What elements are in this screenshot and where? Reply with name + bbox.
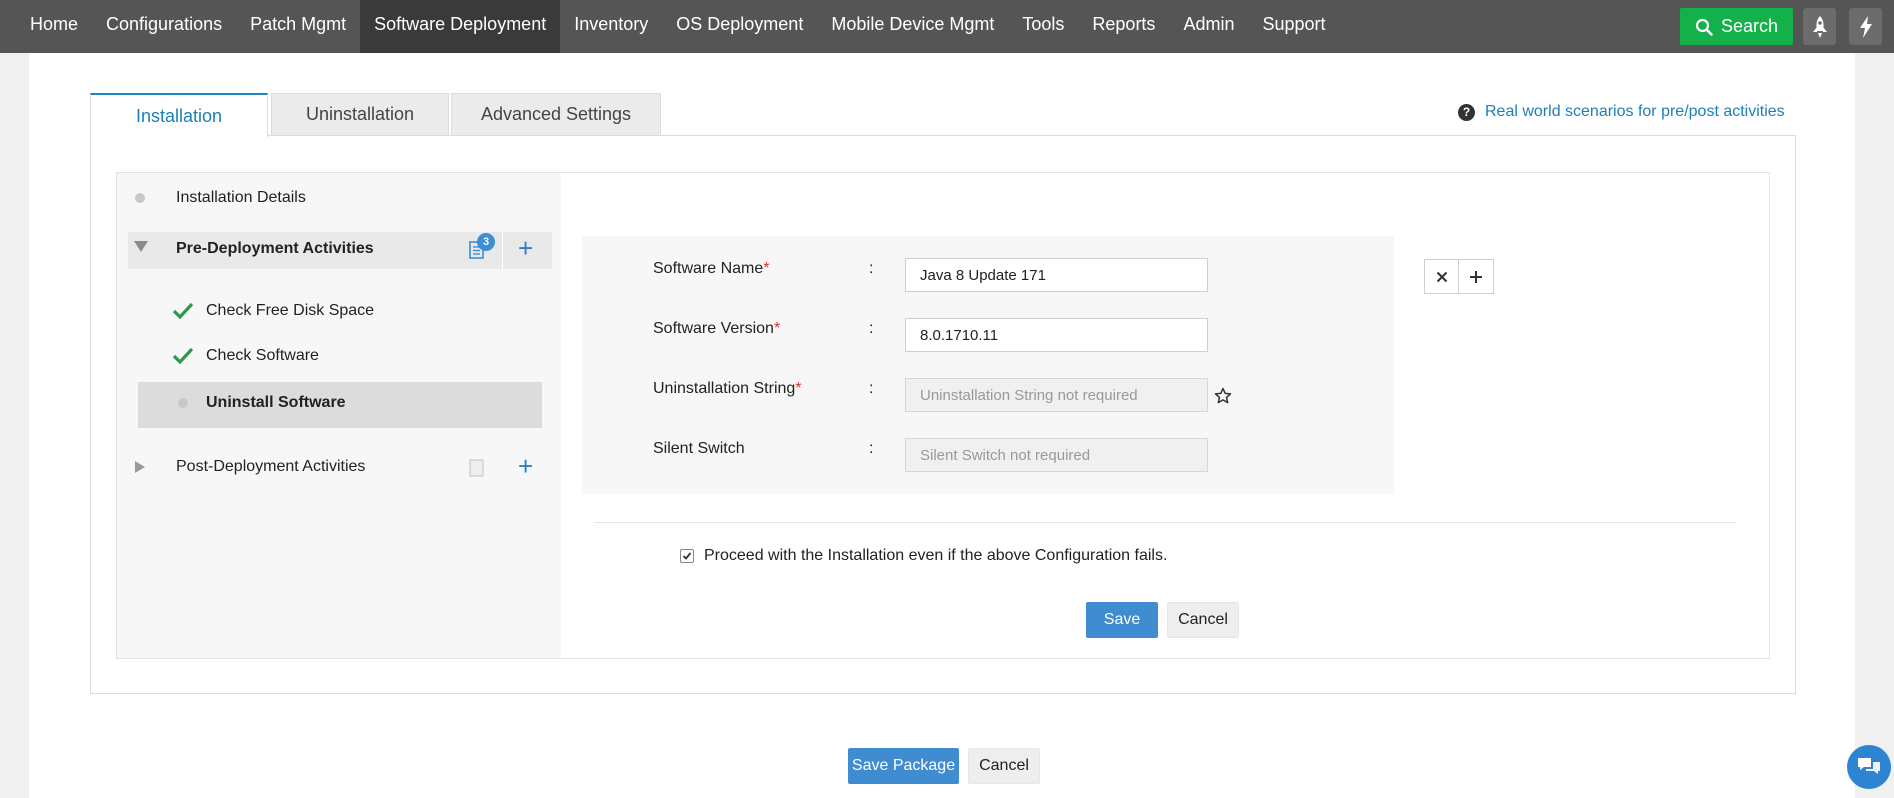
bullet-icon [178, 398, 188, 408]
lightning-icon [1859, 15, 1872, 38]
close-icon [1436, 271, 1447, 282]
nav-software-deployment[interactable]: Software Deployment [360, 0, 561, 53]
form-divider [594, 522, 1736, 523]
checkmark-icon [172, 347, 194, 365]
save-package-button[interactable]: Save Package [848, 748, 959, 784]
tree-item-check-software[interactable]: Check Software [172, 347, 319, 365]
chat-bubbles-icon [1858, 758, 1880, 774]
software-version-label: Software Version* [653, 320, 780, 338]
plus-icon: + [518, 233, 534, 263]
nav-tools[interactable]: Tools [1008, 0, 1078, 48]
required-mark: * [795, 380, 802, 397]
divider [502, 232, 503, 269]
real-world-scenarios-label: Real world scenarios for pre/post activi… [1485, 103, 1785, 120]
search-button[interactable]: Search [1680, 8, 1793, 45]
nav-mobile-device-mgmt[interactable]: Mobile Device Mgmt [817, 0, 1008, 48]
uninstallation-string-label: Uninstallation String* [653, 380, 802, 398]
pre-deployment-toggle[interactable] [134, 241, 148, 252]
uninstallation-string-input[interactable]: Uninstallation String not required [905, 378, 1208, 412]
nav-home[interactable]: Home [0, 0, 92, 48]
nav-os-deployment[interactable]: OS Deployment [662, 0, 817, 48]
activity-row-actions [1424, 259, 1494, 294]
real-world-scenarios-link[interactable]: ? Real world scenarios for pre/post acti… [1458, 100, 1785, 124]
checkmark-icon [172, 302, 194, 320]
silent-switch-input[interactable]: Silent Switch not required [905, 438, 1208, 472]
uninstallation-string-label-text: Uninstallation String [653, 380, 796, 397]
top-navigation-bar: Home Configurations Patch Mgmt Software … [0, 0, 1894, 53]
nav-configurations[interactable]: Configurations [92, 0, 236, 48]
silent-switch-label: Silent Switch [653, 440, 745, 457]
colon: : [869, 380, 874, 397]
search-button-label: Search [1720, 16, 1779, 36]
document-icon [469, 459, 484, 477]
proceed-on-failure-option: Proceed with the Installation even if th… [680, 547, 1167, 565]
add-activity-button[interactable] [1459, 260, 1493, 293]
tree-item-label: Uninstall Software [206, 394, 346, 411]
tab-installation[interactable]: Installation [90, 93, 268, 137]
colon: : [869, 320, 874, 337]
star-icon[interactable] [1214, 387, 1232, 405]
tree-item-post-deployment[interactable]: Post-Deployment Activities [176, 458, 365, 476]
remove-activity-button[interactable] [1425, 260, 1460, 293]
quick-launch-button[interactable] [1803, 8, 1836, 45]
tree-item-label: Check Software [206, 347, 319, 364]
caret-right-icon [135, 461, 145, 473]
rocket-icon [1812, 15, 1827, 38]
nav-inventory[interactable]: Inventory [560, 0, 662, 48]
plus-icon: + [518, 451, 534, 481]
bullet-icon [135, 193, 145, 203]
tab-advanced-settings[interactable]: Advanced Settings [451, 93, 661, 136]
plus-icon [1470, 270, 1482, 283]
proceed-on-failure-checkbox[interactable] [680, 549, 694, 563]
nav-reports[interactable]: Reports [1078, 0, 1169, 48]
pre-deployment-label: Pre-Deployment Activities [176, 240, 374, 257]
tree-item-label: Check Free Disk Space [206, 302, 375, 319]
post-deployment-list-button[interactable] [469, 458, 485, 478]
post-deployment-toggle[interactable] [135, 461, 145, 473]
save-button[interactable]: Save [1086, 602, 1158, 638]
footer-cancel-button[interactable]: Cancel [968, 748, 1040, 784]
tab-uninstallation[interactable]: Uninstallation [271, 93, 449, 136]
quick-actions-button[interactable] [1849, 8, 1882, 45]
nav-support[interactable]: Support [1248, 0, 1339, 48]
proceed-on-failure-label: Proceed with the Installation even if th… [704, 547, 1168, 564]
colon: : [869, 260, 874, 277]
software-name-label-text: Software Name [653, 260, 764, 277]
software-name-input[interactable]: Java 8 Update 171 [905, 258, 1208, 292]
add-post-deployment-button[interactable]: + [518, 453, 533, 479]
required-mark: * [773, 320, 781, 337]
tree-item-label: Installation Details [176, 189, 306, 206]
tree-item-check-free-disk-space[interactable]: Check Free Disk Space [172, 302, 374, 320]
software-version-label-text: Software Version [653, 320, 774, 337]
cancel-button[interactable]: Cancel [1167, 602, 1239, 638]
checkbox-check-icon [682, 552, 692, 560]
chat-button[interactable] [1847, 745, 1891, 789]
nav-patch-mgmt[interactable]: Patch Mgmt [236, 0, 360, 48]
software-version-input[interactable]: 8.0.1710.11 [905, 318, 1208, 352]
colon: : [869, 440, 874, 457]
nav-admin[interactable]: Admin [1169, 0, 1248, 48]
add-pre-deployment-button[interactable]: + [518, 235, 533, 261]
activity-count-badge: 3 [477, 233, 495, 251]
software-name-label: Software Name* [653, 260, 770, 278]
caret-down-icon [134, 241, 148, 252]
tree-item-installation-details[interactable]: Installation Details [135, 189, 306, 207]
required-mark: * [763, 260, 770, 277]
uninstall-software-row: Uninstall Software [178, 394, 346, 412]
question-circle-icon: ? [1458, 103, 1475, 121]
search-icon [1695, 18, 1713, 36]
